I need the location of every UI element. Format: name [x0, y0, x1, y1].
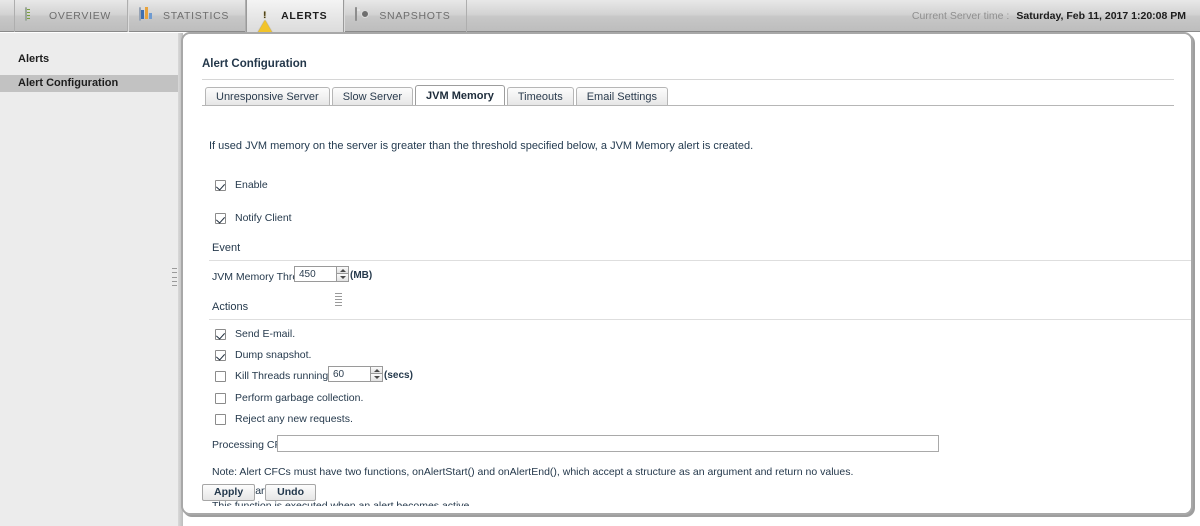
statistics-icon	[139, 6, 156, 25]
jvm-memory-threshold-stepper[interactable]	[294, 266, 349, 282]
enable-label: Enable	[235, 179, 268, 191]
jvm-threshold-spin-buttons[interactable]	[336, 266, 349, 282]
tab-overview-label: OVERVIEW	[49, 10, 112, 22]
note-alert-cfc: Note: Alert CFCs must have two functions…	[212, 466, 854, 478]
enable-row[interactable]: Enable	[215, 179, 268, 191]
reject-requests-label: Reject any new requests.	[235, 413, 353, 425]
jvm-memory-threshold-input[interactable]	[294, 266, 336, 282]
actions-section-heading: Actions	[212, 301, 249, 313]
kill-threads-increment-icon[interactable]	[370, 366, 383, 374]
sidebar-item-alerts[interactable]: Alerts	[0, 51, 181, 68]
sidebar-item-alert-configuration[interactable]: Alert Configuration	[0, 75, 181, 92]
tab-overview[interactable]: OVERVIEW	[14, 0, 129, 32]
scrollbar-grip-icon	[335, 293, 342, 306]
server-time-label: Current Server time :	[911, 10, 1010, 22]
send-email-label: Send E-mail.	[235, 328, 296, 340]
send-email-checkbox[interactable]	[215, 328, 226, 340]
reject-requests-checkbox[interactable]	[215, 413, 226, 425]
alert-config-form: If used JVM memory on the server is grea…	[202, 106, 1191, 506]
top-tab-list: OVERVIEW STATISTICS ALERTS SNAPSHOTS	[14, 0, 468, 34]
camera-icon	[355, 6, 372, 25]
undo-button[interactable]: Undo	[265, 484, 316, 501]
garbage-collection-label: Perform garbage collection.	[235, 392, 364, 404]
jvm-memory-threshold-unit: (MB)	[350, 270, 373, 281]
tab-slow-server[interactable]: Slow Server	[331, 87, 414, 106]
tab-timeouts[interactable]: Timeouts	[506, 87, 574, 106]
enable-checkbox[interactable]	[215, 179, 226, 191]
notify-client-checkbox[interactable]	[215, 212, 226, 224]
processing-cfc-input[interactable]	[277, 435, 939, 452]
tab-alerts-label: ALERTS	[281, 10, 328, 22]
top-navigation-bar: OVERVIEW STATISTICS ALERTS SNAPSHOTS Cur…	[0, 0, 1200, 34]
tab-statistics[interactable]: STATISTICS	[128, 0, 247, 32]
tab-unresponsive-server[interactable]: Unresponsive Server	[205, 87, 330, 106]
tab-snapshots[interactable]: SNAPSHOTS	[344, 0, 468, 32]
server-time-value: Saturday, Feb 11, 2017 1:20:08 PM	[1016, 10, 1186, 22]
kill-threads-stepper[interactable]	[328, 366, 383, 382]
notify-client-label: Notify Client	[235, 212, 292, 224]
app-root: OVERVIEW STATISTICS ALERTS SNAPSHOTS Cur…	[0, 0, 1200, 526]
tab-email-settings[interactable]: Email Settings	[575, 87, 669, 106]
actions-section-divider	[209, 319, 1191, 320]
kill-threads-input[interactable]	[328, 366, 370, 382]
reject-requests-row[interactable]: Reject any new requests.	[215, 413, 353, 425]
tab-jvm-memory[interactable]: JVM Memory	[415, 85, 505, 106]
tab-alerts[interactable]: ALERTS	[246, 0, 345, 34]
title-divider	[202, 79, 1174, 80]
garbage-collection-row[interactable]: Perform garbage collection.	[215, 392, 363, 404]
sidebar: Alerts Alert Configuration	[0, 33, 182, 526]
apply-button[interactable]: Apply	[202, 484, 256, 501]
page-title: Alert Configuration	[202, 58, 307, 70]
overview-icon	[25, 6, 42, 25]
main-panel-inner: Alert Configuration Unresponsive Server …	[183, 34, 1191, 513]
garbage-collection-checkbox[interactable]	[215, 392, 226, 404]
form-description: If used JVM memory on the server is grea…	[209, 140, 754, 152]
dump-snapshot-checkbox[interactable]	[215, 349, 226, 361]
send-email-row[interactable]: Send E-mail.	[215, 328, 295, 340]
tab-statistics-label: STATISTICS	[163, 10, 230, 22]
dump-snapshot-label: Dump snapshot.	[235, 349, 312, 361]
kill-threads-unit: (secs)	[384, 370, 413, 381]
jvm-threshold-decrement-icon[interactable]	[336, 274, 349, 282]
event-section-heading: Event	[212, 242, 241, 254]
server-time: Current Server time : Saturday, Feb 11, …	[912, 0, 1186, 32]
dump-snapshot-row[interactable]: Dump snapshot.	[215, 349, 311, 361]
main-panel: Alert Configuration Unresponsive Server …	[181, 32, 1193, 515]
config-tab-list: Unresponsive Server Slow Server JVM Memo…	[205, 85, 670, 106]
jvm-threshold-increment-icon[interactable]	[336, 266, 349, 274]
tab-snapshots-label: SNAPSHOTS	[379, 10, 451, 22]
kill-threads-decrement-icon[interactable]	[370, 374, 383, 382]
kill-threads-checkbox[interactable]	[215, 370, 226, 382]
warning-triangle-icon	[257, 7, 274, 34]
notify-client-row[interactable]: Notify Client	[215, 212, 292, 224]
event-section-divider	[209, 260, 1191, 261]
form-button-bar: Apply Undo	[202, 484, 316, 501]
sidebar-resize-handle[interactable]	[172, 268, 177, 286]
kill-threads-spin-buttons[interactable]	[370, 366, 383, 382]
